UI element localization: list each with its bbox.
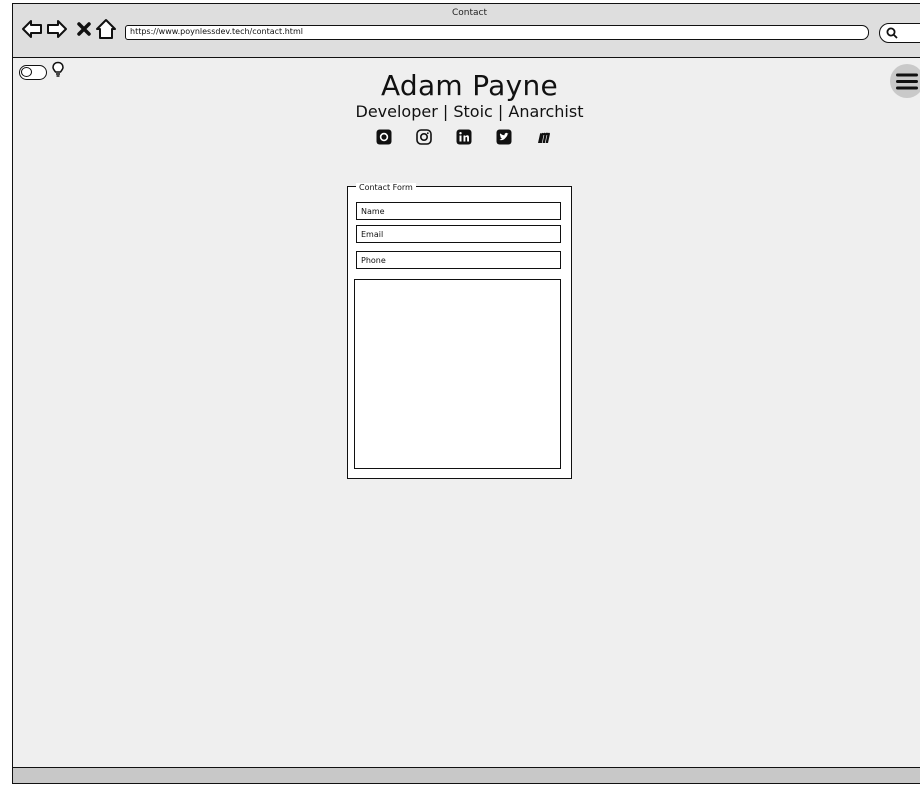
close-icon xyxy=(77,22,91,36)
tagline: Developer | Stoic | Anarchist xyxy=(355,102,584,121)
page-header: Adam Payne Developer | Stoic | Anarchist xyxy=(13,68,920,122)
instagram-link[interactable] xyxy=(415,128,435,148)
forward-button[interactable] xyxy=(46,18,68,40)
browser-window: Contact https://www.poynlessdev.tech/con… xyxy=(12,3,920,784)
arrow-right-icon xyxy=(47,20,67,38)
phone-field[interactable] xyxy=(356,251,561,269)
medium-icon xyxy=(538,132,550,143)
address-bar[interactable]: https://www.poynlessdev.tech/contact.htm… xyxy=(125,25,869,40)
home-button[interactable] xyxy=(95,18,117,40)
medium-link[interactable] xyxy=(535,128,555,148)
twitter-icon xyxy=(496,129,512,145)
window-title: Contact xyxy=(451,8,487,18)
email-field[interactable] xyxy=(356,225,561,243)
browser-toolbar: Contact https://www.poynlessdev.tech/con… xyxy=(13,4,920,58)
arrow-left-icon xyxy=(22,20,42,38)
github-link[interactable] xyxy=(375,128,395,148)
stop-button[interactable] xyxy=(73,18,95,40)
linkedin-link[interactable] xyxy=(455,128,475,148)
name-field[interactable] xyxy=(356,202,561,220)
status-bar xyxy=(13,767,920,783)
message-textarea[interactable] xyxy=(354,279,561,469)
back-button[interactable] xyxy=(21,18,43,40)
linkedin-icon xyxy=(456,129,472,145)
twitter-link[interactable] xyxy=(495,128,515,148)
instagram-icon xyxy=(416,129,432,145)
page-title: Adam Payne xyxy=(380,69,559,102)
search-icon xyxy=(886,27,898,39)
social-links xyxy=(375,128,565,152)
search-button[interactable] xyxy=(879,23,920,43)
form-legend: Contact Form xyxy=(356,183,416,193)
github-icon xyxy=(376,129,392,145)
home-icon xyxy=(96,19,116,39)
contact-form: Contact Form xyxy=(347,183,572,479)
